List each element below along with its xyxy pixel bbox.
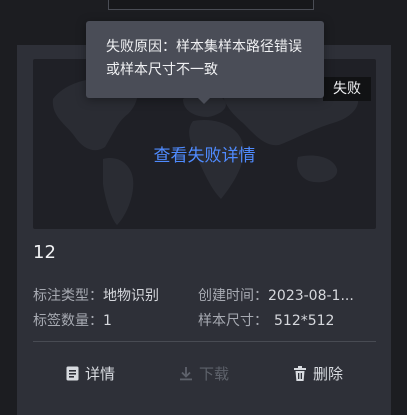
download-button[interactable]: 下载 [179,355,229,391]
card-divider [33,341,376,342]
card-actions: 详情 下载 删除 [17,355,391,391]
annotation-type: 标注类型：地物识别 [33,285,159,305]
label-count: 标签数量：1 [33,310,112,330]
trash-icon [294,365,306,381]
sample-size: 样本尺寸： 512*512 [198,310,334,330]
delete-label: 删除 [313,364,344,383]
dataset-name: 12 [33,242,56,263]
annotation-type-label: 标注类型： [33,288,103,304]
sample-size-label: 样本尺寸： [198,313,268,329]
annotation-type-value: 地物识别 [103,288,159,304]
label-count-label: 标签数量： [33,313,103,329]
delete-button[interactable]: 删除 [293,355,343,391]
status-badge: 失败 [323,77,371,101]
sample-size-value: 512*512 [274,313,335,329]
detail-label: 详情 [85,364,116,383]
document-icon [66,366,79,380]
label-count-value: 1 [103,313,112,329]
created-time-label: 创建时间： [198,288,268,304]
view-fail-details-link[interactable]: 查看失败详情 [33,141,376,166]
download-label: 下载 [199,364,230,383]
download-icon [180,366,192,380]
detail-button[interactable]: 详情 [66,355,115,391]
created-time: 创建时间：2023-08-1... [198,285,354,305]
created-time-value: 2023-08-1... [268,288,354,304]
fail-reason-tooltip: 失败原因：样本集样本路径错误或样本尺寸不一致 [86,21,324,104]
top-input-edge [108,0,314,10]
